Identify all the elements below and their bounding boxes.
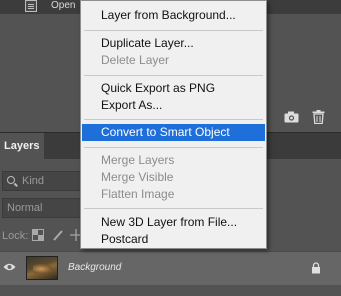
layer-row-background[interactable]: Background <box>0 251 341 285</box>
open-label[interactable]: Open <box>51 0 75 11</box>
eye-icon[interactable] <box>3 262 16 272</box>
lock-label: Lock: <box>2 230 29 242</box>
menu-separator <box>84 75 263 76</box>
menu-item-convert-to-smart-object[interactable]: Convert to Smart Object <box>82 124 265 141</box>
menu-item-merge-visible[interactable]: Merge Visible <box>82 169 265 186</box>
search-icon <box>7 176 15 184</box>
menu-item-duplicate-layer[interactable]: Duplicate Layer... <box>82 35 265 52</box>
menu-item-postcard[interactable]: Postcard <box>82 231 265 248</box>
context-menu: Layer from Background... Duplicate Layer… <box>80 0 267 249</box>
menu-separator <box>84 147 263 148</box>
menu-item-merge-layers[interactable]: Merge Layers <box>82 152 265 169</box>
layer-thumbnail <box>26 256 58 280</box>
lock-transparent-pixels-icon[interactable] <box>32 229 44 241</box>
menu-item-layer-from-background[interactable]: Layer from Background... <box>82 7 265 24</box>
lock-icon <box>312 262 320 274</box>
menu-separator <box>84 208 263 209</box>
menu-item-flatten-image[interactable]: Flatten Image <box>82 186 265 203</box>
menu-item-delete-layer[interactable]: Delete Layer <box>82 52 265 69</box>
trash-icon[interactable] <box>312 110 325 124</box>
kind-filter-label: Kind <box>22 175 45 187</box>
menu-item-quick-export-png[interactable]: Quick Export as PNG <box>82 80 265 97</box>
menu-separator <box>84 119 263 120</box>
layer-name[interactable]: Background <box>68 262 121 273</box>
blend-mode-value: Normal <box>7 202 43 214</box>
lock-image-pixels-icon[interactable] <box>52 229 64 241</box>
menu-item-new-3d-layer-from-file[interactable]: New 3D Layer from File... <box>82 214 265 231</box>
camera-icon[interactable] <box>284 111 299 123</box>
document-icon <box>25 0 37 12</box>
menu-separator <box>84 30 263 31</box>
menu-item-export-as[interactable]: Export As... <box>82 97 265 114</box>
tab-layers[interactable]: Layers <box>0 133 44 159</box>
